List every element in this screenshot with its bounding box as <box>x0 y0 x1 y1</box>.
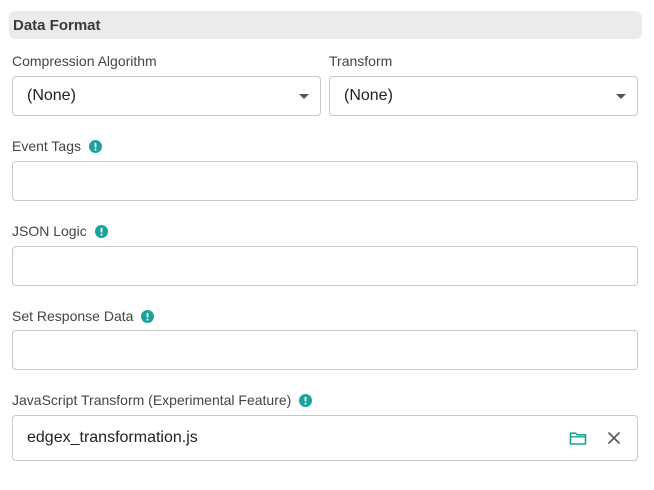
transform-label-row: Transform <box>329 51 392 71</box>
response-data-label: Set Response Data <box>12 308 134 324</box>
js-transform-label-row: JavaScript Transform (Experimental Featu… <box>12 390 313 410</box>
json-logic-input[interactable] <box>12 246 638 286</box>
folder-icon[interactable] <box>569 430 587 446</box>
event-tags-input[interactable] <box>12 161 638 201</box>
event-tags-label-row: Event Tags <box>12 136 103 156</box>
transform-value: (None) <box>344 87 393 104</box>
transform-select[interactable]: (None) <box>329 76 638 116</box>
compression-select[interactable]: (None) <box>12 76 321 116</box>
json-logic-label: JSON Logic <box>12 223 87 239</box>
compression-label: Compression Algorithm <box>12 53 157 69</box>
response-data-label-row: Set Response Data <box>12 306 155 326</box>
compression-value: (None) <box>27 87 76 104</box>
section-title: Data Format <box>13 16 101 34</box>
caret-down-icon <box>299 93 309 99</box>
compression-label-row: Compression Algorithm <box>12 51 157 71</box>
js-transform-file-field[interactable]: edgex_transformation.js <box>12 415 638 461</box>
js-transform-label: JavaScript Transform (Experimental Featu… <box>12 392 292 408</box>
info-icon[interactable] <box>89 139 103 153</box>
info-icon[interactable] <box>141 309 155 323</box>
file-name: edgex_transformation.js <box>27 429 198 446</box>
info-icon[interactable] <box>299 393 313 407</box>
section-header: Data Format <box>9 11 642 39</box>
caret-down-icon <box>616 93 626 99</box>
event-tags-label: Event Tags <box>12 138 82 154</box>
transform-label: Transform <box>329 53 393 69</box>
response-data-input[interactable] <box>12 330 638 370</box>
close-icon[interactable] <box>607 431 621 445</box>
json-logic-label-row: JSON Logic <box>12 221 108 241</box>
info-icon[interactable] <box>94 224 108 238</box>
